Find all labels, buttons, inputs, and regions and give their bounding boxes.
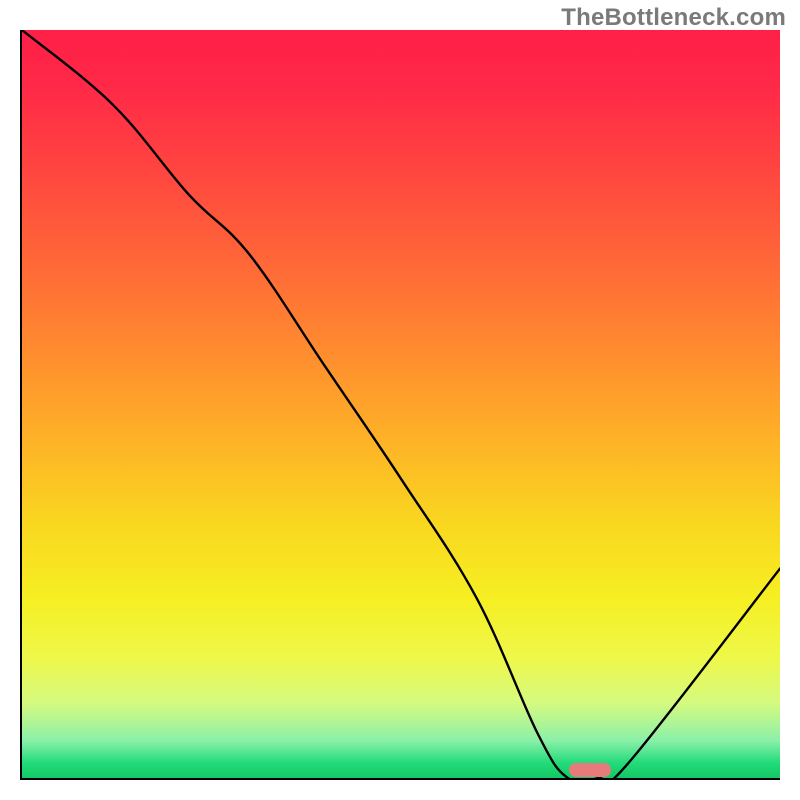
watermark-text: TheBottleneck.com <box>561 4 786 32</box>
chart-frame: TheBottleneck.com <box>0 0 800 800</box>
plot-area <box>20 30 780 780</box>
bottleneck-curve <box>22 30 780 778</box>
optimal-range-marker <box>569 763 611 777</box>
